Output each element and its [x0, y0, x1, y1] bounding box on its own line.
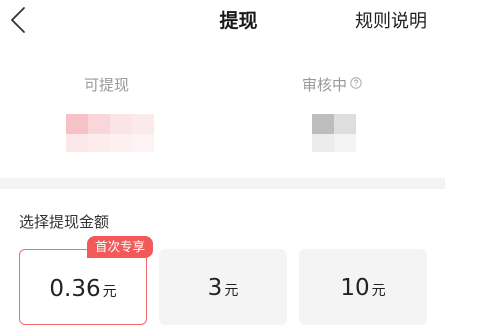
pending-label-wrap: 审核中	[302, 74, 362, 95]
balance-summary: 可提现 审核中	[0, 70, 477, 170]
amount-value: 3	[207, 275, 223, 301]
amount-option-0-36[interactable]: 0.36 元	[19, 249, 147, 325]
amount-value-wrap: 3元	[159, 275, 287, 301]
amount-unit: 元	[371, 283, 386, 299]
first-exclusive-badge: 首次专享	[87, 236, 154, 258]
nav-bar: 提现 规则说明	[0, 0, 477, 40]
question-circle-icon[interactable]	[350, 77, 362, 89]
pending-amount-redacted	[312, 114, 356, 152]
amount-value-wrap: 10 元	[299, 275, 427, 301]
amount-value: 10	[340, 275, 370, 301]
amount-unit: 元	[102, 284, 117, 300]
amount-option-10[interactable]: 10 元	[299, 249, 427, 325]
rules-link[interactable]: 规则说明	[355, 7, 427, 33]
amount-option-3[interactable]: 3元	[159, 249, 287, 325]
pending-label: 审核中	[302, 76, 348, 94]
section-divider	[0, 178, 445, 189]
amount-section-label: 选择提现金额	[19, 213, 110, 231]
amount-value-wrap: 0.36 元	[20, 276, 146, 302]
amount-value: 0.36	[49, 276, 101, 302]
available-amount-redacted	[66, 114, 166, 152]
amount-unit: 元	[224, 283, 239, 299]
available-label: 可提现	[84, 76, 130, 94]
